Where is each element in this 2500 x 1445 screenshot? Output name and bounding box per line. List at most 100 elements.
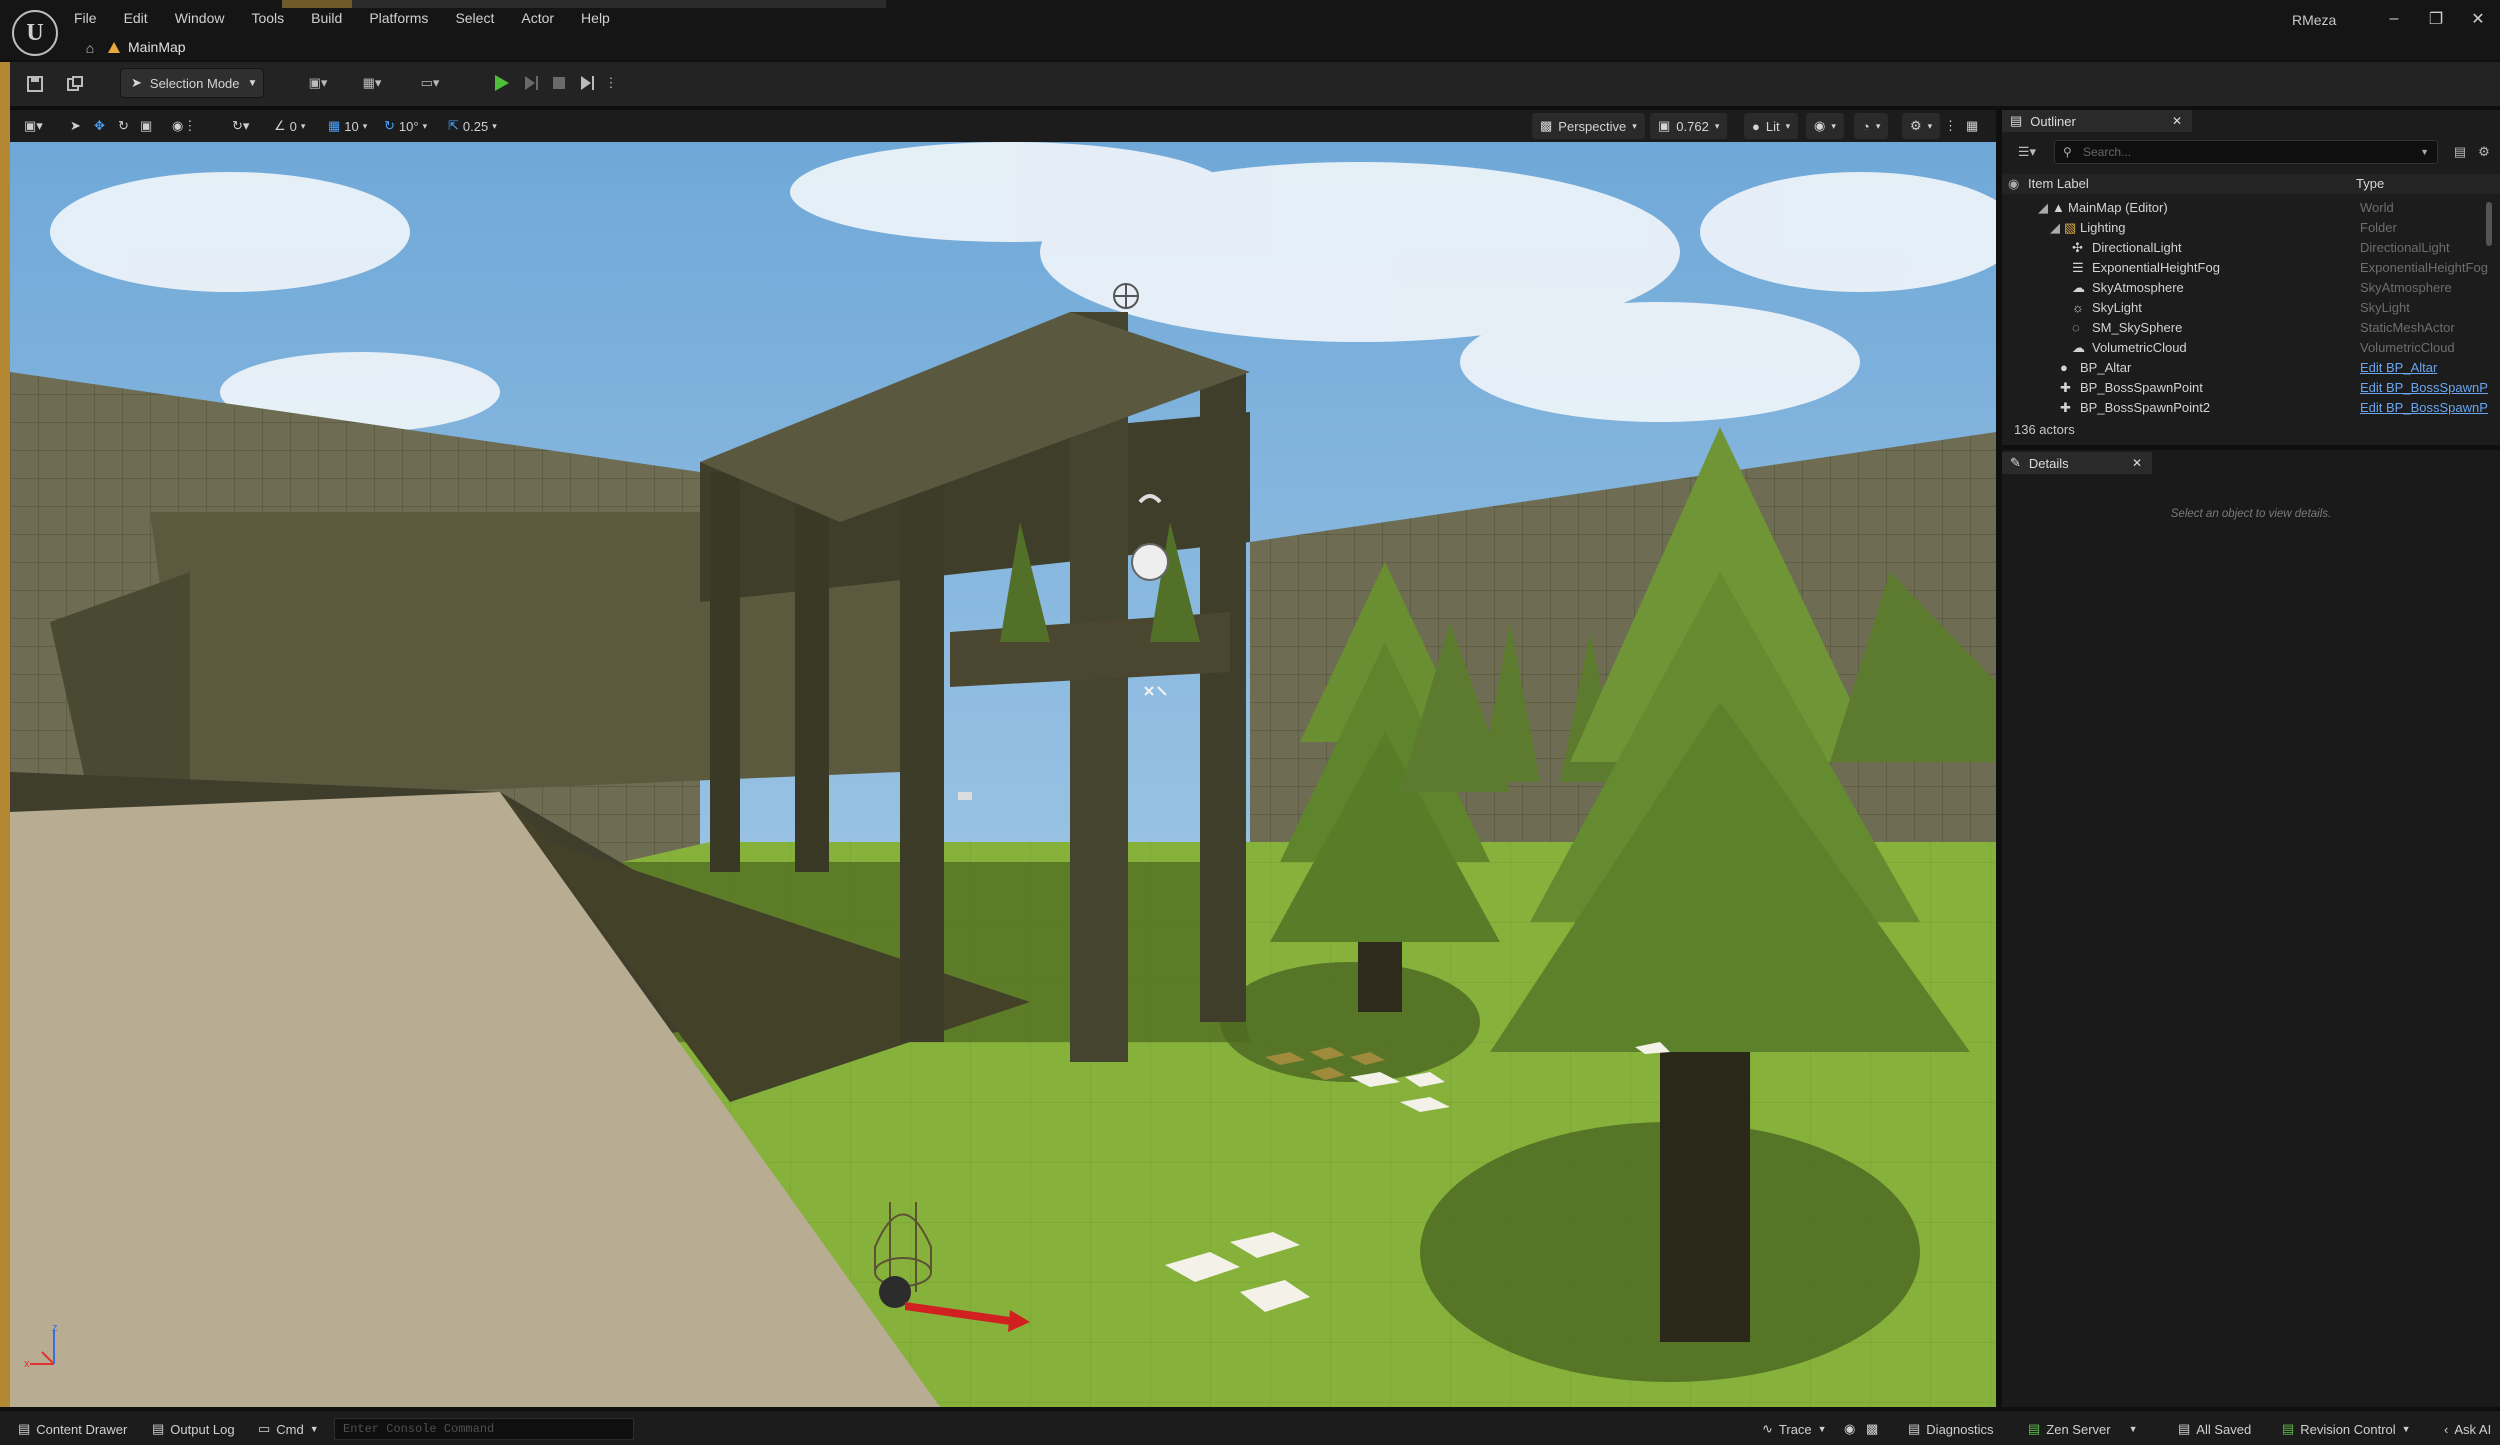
selection-mode-dropdown[interactable]: ➤ Selection Mode ▼ <box>120 68 264 98</box>
ask-ai-button[interactable]: ‹ Ask AI <box>2444 1419 2491 1439</box>
expand-arrow-icon[interactable]: ◢ <box>2038 198 2048 218</box>
layout-grid-icon[interactable]: ▦ <box>1966 115 1978 137</box>
row-type: StaticMeshActor <box>2360 320 2455 335</box>
zen-server-dropdown[interactable]: ▤ Zen Server ▼ <box>2028 1419 2138 1439</box>
title-progress-strip <box>282 0 886 8</box>
sky-atmosphere-icon: ☁ <box>2072 280 2085 295</box>
menu-window[interactable]: Window <box>175 10 225 30</box>
close-tab-icon[interactable]: ✕ <box>2172 114 2182 128</box>
settings-dropdown[interactable]: ⚙ ▾ <box>1902 113 1941 139</box>
play-button[interactable] <box>488 70 514 96</box>
edit-blueprint-link[interactable]: Edit BP_BossSpawnP <box>2360 378 2488 398</box>
outliner-row[interactable]: ☁ VolumetricCloud VolumetricCloud <box>2002 338 2500 358</box>
actor-icon: ● <box>2060 360 2068 375</box>
menu-file[interactable]: File <box>74 10 97 30</box>
viewport-toolbar: ▣▾ ➤ ✥ ↻ ▣ ◉⋮ ↻▾ ∠ 0 ▾ ▦ 10 ▾ ↻ 10° ▾ ⇱ 0.25 ▾ ▩… <box>10 110 1996 142</box>
restore-icon[interactable]: ❐ <box>2416 6 2456 32</box>
output-log-button[interactable]: ▤ Output Log <box>152 1419 235 1439</box>
details-tab[interactable]: ✎ Details ✕ <box>2002 452 2152 474</box>
cinematics-icon[interactable]: ▭▾ <box>410 70 450 96</box>
column-item-label[interactable]: Item Label <box>2028 176 2089 191</box>
camera-speed-dropdown[interactable]: ▣ 0.762 ▾ <box>1650 113 1728 139</box>
menu-select[interactable]: Select <box>455 10 494 30</box>
edit-blueprint-link[interactable]: Edit BP_Altar <box>2360 358 2437 378</box>
stop-icon[interactable] <box>546 70 572 96</box>
advance-frame-icon[interactable] <box>518 70 544 96</box>
snap-rotate-toggle[interactable]: ∠ 0 ▾ <box>274 115 305 137</box>
level-viewport[interactable]: z x <box>10 142 1996 1407</box>
outliner-row[interactable]: ✣ DirectionalLight DirectionalLight <box>2002 238 2500 258</box>
trace-icon: ∿ <box>1762 1421 1773 1436</box>
outliner-row[interactable]: ☁ SkyAtmosphere SkyAtmosphere <box>2002 278 2500 298</box>
menu-build[interactable]: Build <box>311 10 342 30</box>
snap-angle-icon: ∠ <box>274 118 286 133</box>
show-flags-dropdown[interactable]: ◉ ▾ <box>1806 113 1844 139</box>
lit-sphere-icon: ● <box>1752 118 1760 134</box>
user-name[interactable]: RMeza <box>2292 12 2336 28</box>
rotation-snap-toggle[interactable]: ↻ 10° ▾ <box>384 115 427 137</box>
surface-snap-icon[interactable]: ↻▾ <box>232 115 249 137</box>
outliner-row[interactable]: ◌ SM_SkySphere StaticMeshActor <box>2002 318 2500 338</box>
performance-dropdown[interactable]: ◔ ▾ <box>1854 113 1889 139</box>
outliner-row[interactable]: ✚ BP_BossSpawnPoint Edit BP_BossSpawnP <box>2002 378 2500 398</box>
trace-dropdown[interactable]: ∿ Trace ▼ <box>1762 1419 1827 1439</box>
outliner-row[interactable]: ☼ SkyLight SkyLight <box>2002 298 2500 318</box>
revision-control-dropdown[interactable]: ▤ Revision Control ▼ <box>2282 1419 2411 1439</box>
add-actor-icon[interactable]: ▣▾ <box>298 70 338 96</box>
menu-edit[interactable]: Edit <box>124 10 148 30</box>
grid-snap-toggle[interactable]: ▦ 10 ▾ <box>328 115 367 137</box>
blueprint-icon[interactable]: ▦▾ <box>352 70 392 96</box>
outliner-row[interactable]: ☰ ExponentialHeightFog ExponentialHeightFo… <box>2002 258 2500 278</box>
menu-tools[interactable]: Tools <box>251 10 284 30</box>
outliner-row[interactable]: ◢ ▲ MainMap (Editor) World <box>2002 198 2500 218</box>
outliner-scrollbar[interactable] <box>2486 202 2492 246</box>
scale-tool-icon[interactable]: ▣ <box>140 115 152 137</box>
save-icon[interactable] <box>22 70 48 98</box>
minimize-icon[interactable]: – <box>2374 6 2414 32</box>
eject-icon[interactable] <box>574 70 600 96</box>
outliner-tab[interactable]: ▤ Outliner ✕ <box>2002 110 2192 132</box>
content-browse-icon[interactable] <box>62 70 88 98</box>
more-options-icon[interactable]: ⋮ <box>604 70 618 96</box>
expand-arrow-icon[interactable]: ◢ <box>2050 218 2060 238</box>
home-icon[interactable]: ⌂ <box>80 38 100 58</box>
move-tool-icon[interactable]: ✥ <box>94 115 105 137</box>
close-window-icon[interactable]: ✕ <box>2458 6 2498 32</box>
axis-x-label: x <box>24 1358 30 1370</box>
outliner-row[interactable]: ◢ ▧ Lighting Folder <box>2002 218 2500 238</box>
world-space-icon[interactable]: ◉⋮ <box>172 115 196 137</box>
gear-icon[interactable]: ⚙ <box>2474 142 2494 162</box>
level-tab-mainmap[interactable]: MainMap <box>108 34 228 60</box>
column-type[interactable]: Type <box>2356 176 2384 191</box>
axis-z-label: z <box>52 1322 58 1334</box>
content-drawer-button[interactable]: ▤ Content Drawer <box>18 1419 127 1439</box>
zen-server-icon: ▤ <box>2028 1421 2041 1436</box>
close-tab-icon[interactable]: ✕ <box>2132 456 2142 470</box>
filter-icon[interactable]: ☰▾ <box>2010 142 2044 162</box>
record-icon[interactable]: ◉ <box>1844 1419 1855 1439</box>
camera-capture-icon[interactable]: ▩ <box>1866 1419 1878 1439</box>
outliner-search-input[interactable]: ⚲ Search... ▼ <box>2054 140 2438 164</box>
menu-help[interactable]: Help <box>581 10 610 30</box>
menu-platforms[interactable]: Platforms <box>369 10 428 30</box>
transform-tools-icon[interactable]: ▣▾ <box>24 115 43 137</box>
cmd-dropdown[interactable]: ▭ Cmd ▼ <box>258 1419 319 1439</box>
all-saved-button[interactable]: ▤ All Saved <box>2178 1419 2251 1439</box>
menu-actor[interactable]: Actor <box>521 10 554 30</box>
lit-dropdown[interactable]: ● Lit ▾ <box>1744 113 1799 139</box>
edit-blueprint-link[interactable]: Edit BP_BossSpawnP <box>2360 398 2488 418</box>
outliner-row[interactable]: ✚ BP_BossSpawnPoint2 Edit BP_BossSpawnP <box>2002 398 2500 418</box>
perspective-dropdown[interactable]: ▩ Perspective ▾ <box>1532 113 1645 139</box>
diagnostics-button[interactable]: ▤ Diagnostics <box>1908 1419 1994 1439</box>
visibility-eye-icon[interactable]: ◉ <box>2008 176 2019 192</box>
outliner-row[interactable]: ● BP_Altar Edit BP_Altar <box>2002 358 2500 378</box>
scale-snap-toggle[interactable]: ⇱ 0.25 ▾ <box>448 115 497 137</box>
select-tool-icon[interactable]: ➤ <box>70 115 81 137</box>
viewport-more-icon[interactable]: ⋮ <box>1944 115 1957 137</box>
add-folder-icon[interactable]: ▤ <box>2450 142 2470 162</box>
camera-speed-icon: ▣ <box>1658 118 1671 133</box>
unreal-engine-logo-icon[interactable]: U <box>12 10 58 56</box>
details-empty-message: Select an object to view details. <box>2170 508 2332 520</box>
rotate-tool-icon[interactable]: ↻ <box>118 115 129 137</box>
console-command-input[interactable]: Enter Console Command <box>334 1418 634 1440</box>
